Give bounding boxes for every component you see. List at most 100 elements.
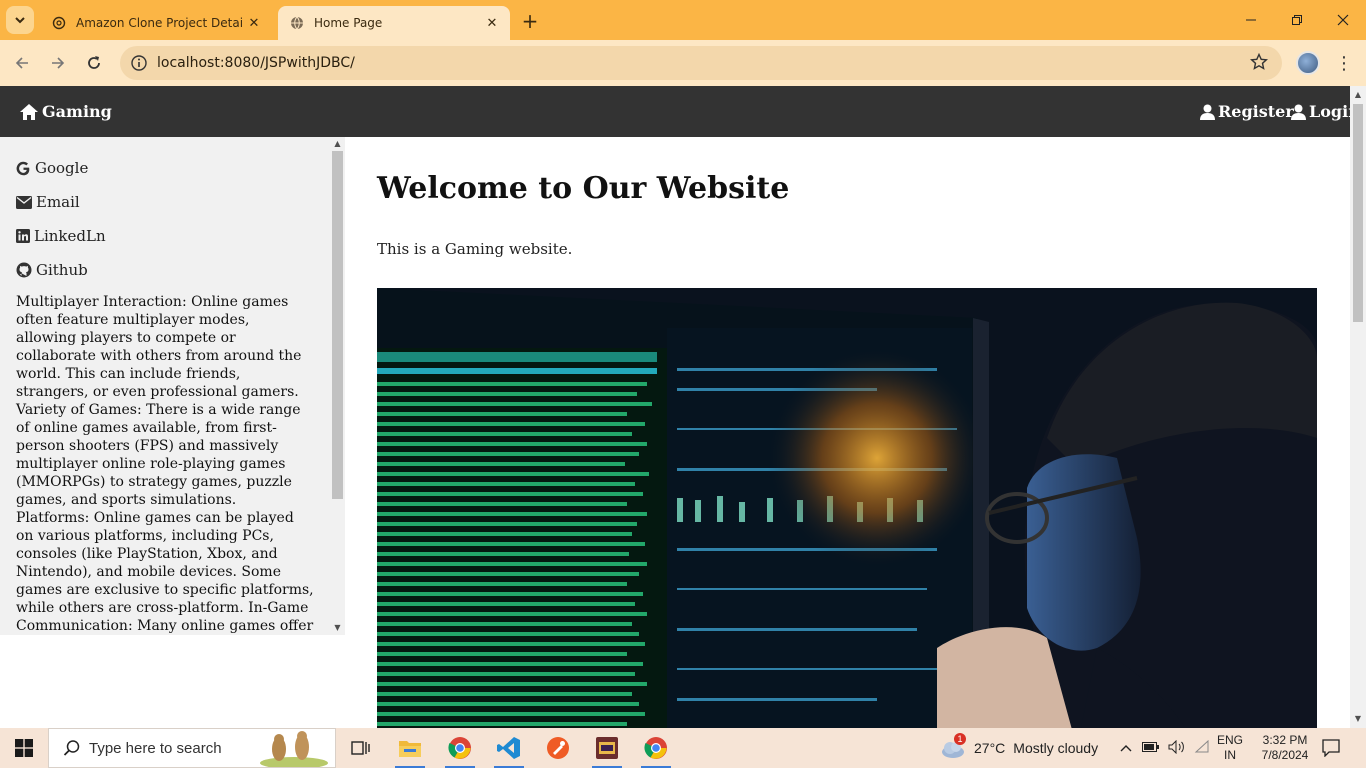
file-explorer-button[interactable] xyxy=(387,728,433,768)
wifi-icon[interactable] xyxy=(1194,739,1210,757)
region-label: IN xyxy=(1224,748,1236,762)
sidebar-item-google[interactable]: Google xyxy=(16,151,314,185)
weather-widget[interactable]: 1 27°C Mostly cloudy xyxy=(940,728,1098,768)
windows-logo-icon xyxy=(15,739,33,757)
restore-button[interactable] xyxy=(1274,0,1320,40)
scroll-down-arrow-icon[interactable]: ▼ xyxy=(1350,712,1366,726)
scroll-down-arrow-icon[interactable]: ▼ xyxy=(330,622,345,634)
chrome-button-2[interactable] xyxy=(633,728,679,768)
bookmark-star-icon[interactable] xyxy=(1250,53,1268,71)
tab-amazon-clone[interactable]: Amazon Clone Project Details ✕ xyxy=(40,6,272,40)
weather-condition: Mostly cloudy xyxy=(1013,740,1099,756)
scrollbar-thumb[interactable] xyxy=(332,151,343,499)
register-link[interactable]: Register xyxy=(1200,102,1294,121)
arrow-left-icon xyxy=(15,57,28,69)
notification-badge: 1 xyxy=(954,733,966,745)
scrollbar-thumb[interactable] xyxy=(1353,104,1363,322)
url-text[interactable]: localhost:8080/JSPwithJDBC/ xyxy=(157,55,355,71)
intro-paragraph: This is a Gaming website. xyxy=(377,240,573,258)
notifications-button[interactable] xyxy=(1322,728,1344,768)
close-window-button[interactable] xyxy=(1320,0,1366,40)
minimize-button[interactable] xyxy=(1228,0,1274,40)
tab-search-button[interactable] xyxy=(6,6,34,34)
profile-avatar[interactable] xyxy=(1296,51,1320,75)
chrome-icon xyxy=(448,737,471,759)
home-icon xyxy=(20,103,38,120)
page-scrollbar[interactable]: ▲ ▼ xyxy=(1350,86,1366,728)
clock-time: 3:32 PM xyxy=(1262,733,1308,747)
restore-icon xyxy=(1292,15,1302,25)
web-page: Gaming Register Login Google Email Linke… xyxy=(0,86,1350,728)
language-label: ENG xyxy=(1216,733,1243,747)
hacker-monitor-photo xyxy=(377,288,1317,728)
taskbar-search-box[interactable]: Type here to search xyxy=(48,728,336,768)
page-title: Welcome to Our Website xyxy=(377,171,790,206)
close-icon[interactable]: ✕ xyxy=(482,13,502,33)
sidebar-item-label: LinkedLn xyxy=(34,227,106,245)
chrome-button-1[interactable] xyxy=(437,728,483,768)
windows-taskbar: Type here to search 1 27°C Mostly cloudy xyxy=(0,728,1366,768)
browser-toolbar: localhost:8080/JSPwithJDBC/ ⋮ xyxy=(0,40,1366,86)
envelope-icon xyxy=(16,195,32,209)
sidebar-scrollbar[interactable]: ▲ ▼ xyxy=(330,137,345,635)
chatgpt-icon xyxy=(52,16,66,30)
chat-bubble-icon xyxy=(1322,739,1340,757)
chevron-up-icon[interactable] xyxy=(1120,740,1132,756)
weather-temperature: 27°C xyxy=(974,740,1006,756)
brand-link[interactable]: Gaming xyxy=(20,102,112,121)
battery-icon[interactable] xyxy=(1142,740,1160,756)
user-icon xyxy=(1291,104,1306,120)
sidebar-item-label: Google xyxy=(35,159,89,177)
scroll-up-arrow-icon[interactable]: ▲ xyxy=(1350,88,1366,102)
tab-title: Amazon Clone Project Details xyxy=(76,16,244,30)
sidebar-content[interactable]: Google Email LinkedLn Github Multiplayer… xyxy=(0,137,330,635)
close-icon[interactable]: ✕ xyxy=(244,13,264,33)
forward-button[interactable] xyxy=(46,51,70,75)
sidebar-item-github[interactable]: Github xyxy=(16,253,314,287)
postman-button[interactable] xyxy=(535,728,581,768)
tab-title: Home Page xyxy=(314,16,383,30)
address-bar[interactable]: localhost:8080/JSPwithJDBC/ xyxy=(120,46,1282,80)
vscode-button[interactable] xyxy=(486,728,532,768)
search-placeholder: Type here to search xyxy=(89,739,222,757)
new-tab-button[interactable]: + xyxy=(518,9,542,33)
user-icon xyxy=(1200,104,1215,120)
close-icon xyxy=(1337,14,1349,26)
arrow-right-icon xyxy=(52,57,65,69)
clock-date: 7/8/2024 xyxy=(1261,748,1309,762)
start-button[interactable] xyxy=(0,728,48,768)
sidebar-item-label: Github xyxy=(36,261,88,279)
top-navbar: Gaming Register Login xyxy=(0,86,1350,137)
info-icon[interactable] xyxy=(130,54,148,72)
back-button[interactable] xyxy=(10,51,34,75)
login-link[interactable]: Login xyxy=(1291,102,1350,121)
cloud-icon: 1 xyxy=(940,733,966,759)
task-view-button[interactable] xyxy=(338,728,384,768)
register-label: Register xyxy=(1218,102,1294,121)
sidebar-item-email[interactable]: Email xyxy=(16,185,314,219)
folder-icon xyxy=(399,741,421,757)
tab-home-page[interactable]: Home Page ✕ xyxy=(278,6,510,40)
clock[interactable]: 3:32 PM 7/8/2024 xyxy=(1252,728,1318,768)
task-view-icon xyxy=(351,741,370,755)
game-app-button[interactable] xyxy=(584,728,630,768)
scroll-up-arrow-icon[interactable]: ▲ xyxy=(330,138,345,150)
google-icon xyxy=(16,161,30,175)
main-content: Welcome to Our Website This is a Gaming … xyxy=(377,137,1317,728)
search-icon xyxy=(63,740,80,756)
sidebar-item-linkedin[interactable]: LinkedLn xyxy=(16,219,314,253)
github-icon xyxy=(16,262,32,278)
globe-icon xyxy=(291,16,303,30)
linkedin-icon xyxy=(16,229,30,243)
login-label: Login xyxy=(1309,102,1350,121)
sidebar-item-label: Email xyxy=(36,193,80,211)
language-indicator[interactable]: ENG IN xyxy=(1212,728,1248,768)
system-tray-icons xyxy=(1120,728,1210,768)
speaker-icon[interactable] xyxy=(1168,739,1186,757)
postman-icon xyxy=(547,737,569,759)
menu-kebab-icon[interactable]: ⋮ xyxy=(1334,51,1354,75)
reload-button[interactable] xyxy=(82,51,106,75)
chevron-down-icon xyxy=(15,17,25,24)
browser-tab-bar: Amazon Clone Project Details ✕ Home Page… xyxy=(0,0,1366,40)
sidebar: Google Email LinkedLn Github Multiplayer… xyxy=(0,137,345,635)
